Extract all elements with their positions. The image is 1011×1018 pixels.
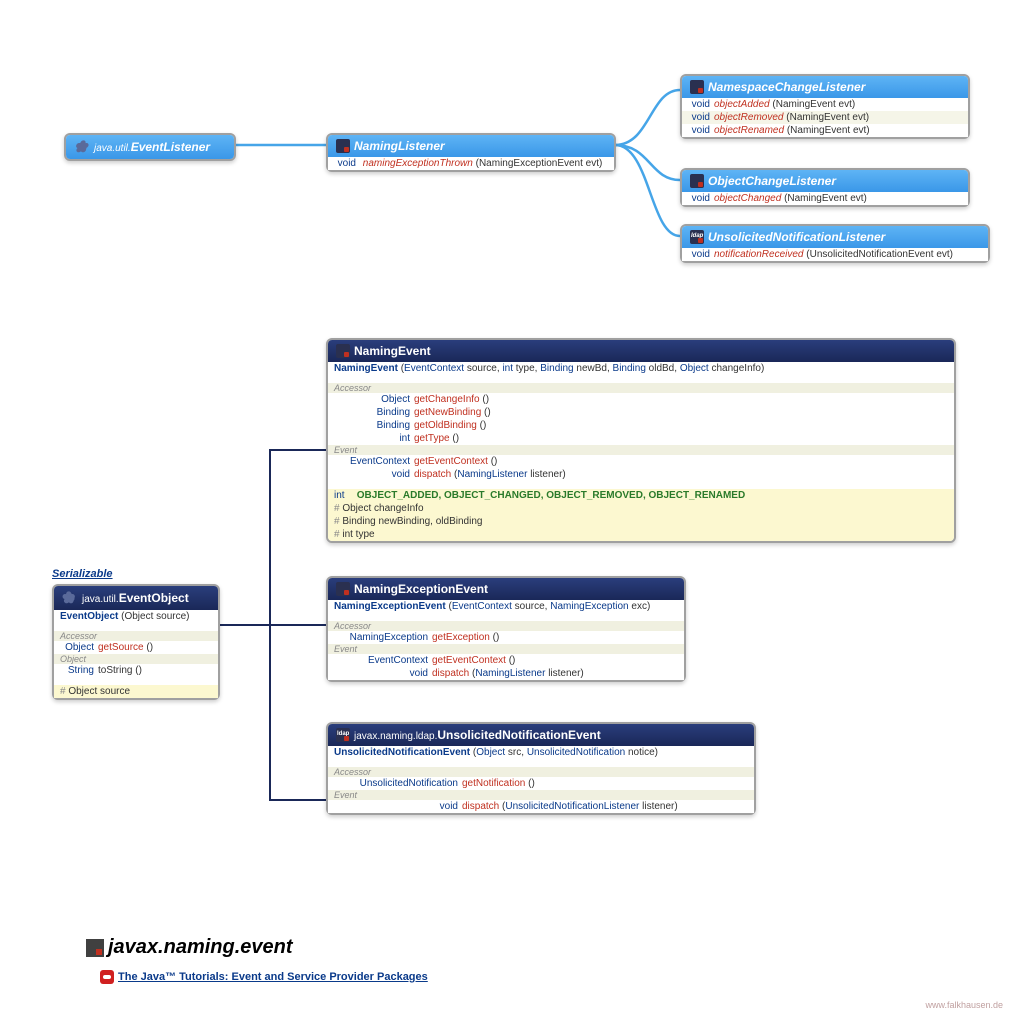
unl-header: UnsolicitedNotificationListener <box>682 226 988 248</box>
oracle-icon <box>100 970 114 984</box>
method-row: voidnotificationReceived (UnsolicitedNot… <box>682 248 988 261</box>
section-label: Accessor <box>328 383 954 393</box>
method-row: voiddispatch (NamingListener listener) <box>328 667 684 680</box>
method-row: ObjectgetChangeInfo () <box>328 393 954 406</box>
method-row: EventContextgetEventContext () <box>328 654 684 667</box>
method-row: StringtoString () <box>54 664 218 677</box>
section-label: Accessor <box>54 631 218 641</box>
method-row: voidobjectRemoved (NamingEvent evt) <box>682 111 968 124</box>
method-row: intgetType () <box>328 432 954 445</box>
class-icon <box>690 174 704 188</box>
unsolicitednotificationlistener-box: UnsolicitedNotificationListener voidnoti… <box>680 224 990 263</box>
eventlistener-header: java.util.EventListener <box>66 135 234 159</box>
ldap-icon <box>336 728 350 742</box>
ctor-row: UnsolicitedNotificationEvent (Object src… <box>328 746 754 759</box>
nscl-header: NamespaceChangeListener <box>682 76 968 98</box>
namespacechangelistener-box: NamespaceChangeListener voidobjectAdded … <box>680 74 970 139</box>
class-icon <box>336 344 350 358</box>
une-header: javax.naming.ldap.UnsolicitedNotificatio… <box>328 724 754 746</box>
section-label: Event <box>328 790 754 800</box>
ctor-row: NamingExceptionEvent (EventContext sourc… <box>328 600 684 613</box>
ctor-row: EventObject (Object source) <box>54 610 218 623</box>
method-row: BindinggetNewBinding () <box>328 406 954 419</box>
class-icon <box>690 80 704 94</box>
ldap-icon <box>690 230 704 244</box>
field-row: # Object source <box>54 685 218 698</box>
eventobject-box: java.util.EventObject EventObject (Objec… <box>52 584 220 700</box>
method-row: EventContextgetEventContext () <box>328 455 954 468</box>
method-row: voiddispatch (UnsolicitedNotificationLis… <box>328 800 754 813</box>
method-row: UnsolicitedNotificationgetNotification (… <box>328 777 754 790</box>
gear-icon <box>74 139 90 155</box>
naminglistener-box: NamingListener void namingExceptionThrow… <box>326 133 616 172</box>
field-row: # Object changeInfo <box>328 502 954 515</box>
namingevent-box: NamingEvent NamingEvent (EventContext so… <box>326 338 956 543</box>
const-row: int OBJECT_ADDED, OBJECT_CHANGED, OBJECT… <box>328 489 954 502</box>
namingevent-header: NamingEvent <box>328 340 954 362</box>
method-row: void namingExceptionThrown (NamingExcept… <box>328 157 614 170</box>
objectchangelistener-box: ObjectChangeListener voidobjectChanged (… <box>680 168 970 207</box>
package-icon <box>86 939 104 957</box>
method-row: voiddispatch (NamingListener listener) <box>328 468 954 481</box>
method-row: BindinggetOldBinding () <box>328 419 954 432</box>
serializable-label: Serializable <box>52 568 113 580</box>
credit-label: www.falkhausen.de <box>925 1000 1003 1010</box>
method-row: NamingExceptiongetException () <box>328 631 684 644</box>
ctor-row: NamingEvent (EventContext source, int ty… <box>328 362 954 375</box>
class-icon <box>336 139 350 153</box>
method-row: voidobjectAdded (NamingEvent evt) <box>682 98 968 111</box>
package-title: javax.naming.event <box>86 936 293 959</box>
field-row: # int type <box>328 528 954 541</box>
unsolicitednotificationevent-box: javax.naming.ldap.UnsolicitedNotificatio… <box>326 722 756 815</box>
section-label: Accessor <box>328 621 684 631</box>
eventlistener-box: java.util.EventListener <box>64 133 236 161</box>
ocl-header: ObjectChangeListener <box>682 170 968 192</box>
method-row: voidobjectChanged (NamingEvent evt) <box>682 192 968 205</box>
method-row: voidobjectRenamed (NamingEvent evt) <box>682 124 968 137</box>
eventobject-header: java.util.EventObject <box>54 586 218 610</box>
namingexceptionevent-box: NamingExceptionEvent NamingExceptionEven… <box>326 576 686 682</box>
section-label: Object <box>54 654 218 664</box>
section-label: Accessor <box>328 767 754 777</box>
tutorials-link[interactable]: The Java™ Tutorials: Event and Service P… <box>100 970 428 984</box>
nee-header: NamingExceptionEvent <box>328 578 684 600</box>
naminglistener-header: NamingListener <box>328 135 614 157</box>
class-icon <box>336 582 350 596</box>
method-row: ObjectgetSource () <box>54 641 218 654</box>
gear-icon <box>62 590 78 606</box>
section-label: Event <box>328 445 954 455</box>
field-row: # Binding newBinding, oldBinding <box>328 515 954 528</box>
section-label: Event <box>328 644 684 654</box>
